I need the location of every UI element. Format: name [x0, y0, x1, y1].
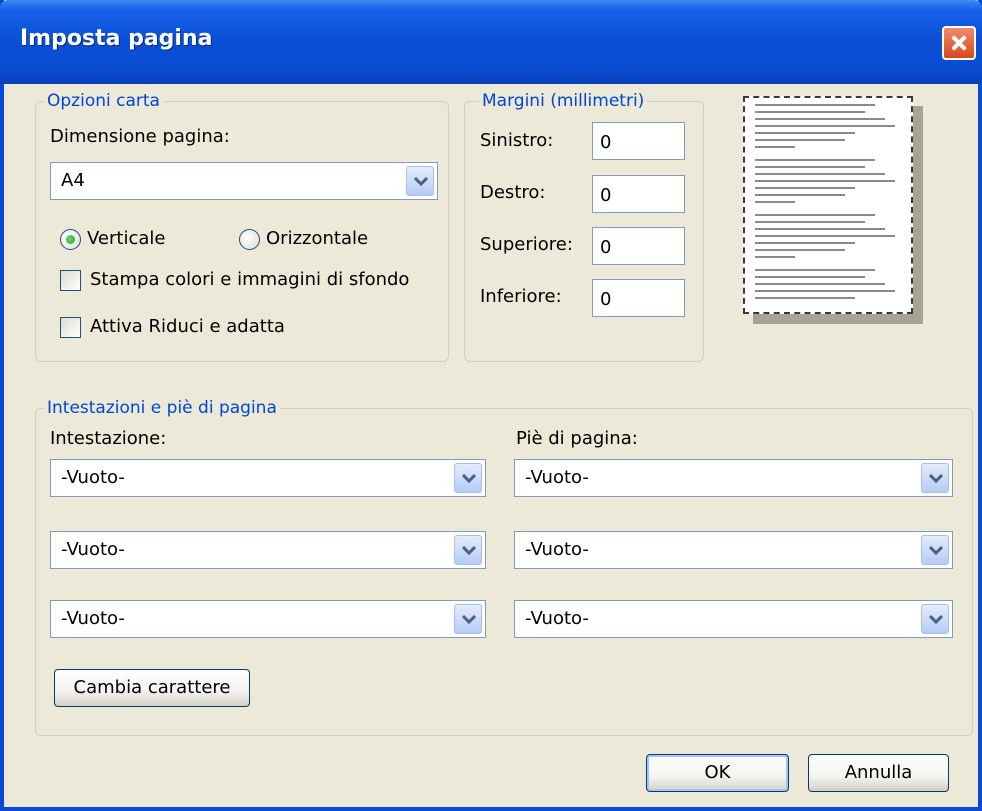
footer-select-3-value: -Vuoto-	[525, 608, 589, 629]
preview-text-line	[755, 235, 895, 237]
page-setup-dialog: Imposta pagina Opzioni carta Dimensione …	[0, 0, 982, 811]
header-select-3[interactable]: -Vuoto-	[50, 600, 486, 638]
margins-legend: Margini (millimetri)	[479, 91, 648, 111]
landscape-label[interactable]: Orizzontale	[266, 228, 368, 250]
footer-select-1-value: -Vuoto-	[525, 467, 589, 488]
header-select-2-value: -Vuoto-	[61, 539, 125, 560]
preview-text-line	[755, 146, 795, 148]
cancel-button[interactable]: Annulla	[808, 754, 949, 792]
header-label: Intestazione:	[50, 428, 167, 449]
preview-text-line	[755, 118, 885, 120]
print-background-label[interactable]: Stampa colori e immagini di sfondo	[90, 269, 409, 291]
preview-text-line	[755, 297, 855, 299]
preview-text-line	[755, 290, 895, 292]
close-icon[interactable]	[942, 26, 976, 60]
chevron-down-icon[interactable]	[921, 604, 949, 634]
margin-right-input[interactable]: 0	[592, 175, 685, 213]
chevron-down-icon[interactable]	[406, 166, 434, 196]
footer-select-2-value: -Vuoto-	[525, 539, 589, 560]
header-select-3-value: -Vuoto-	[61, 608, 125, 629]
preview-text-line	[755, 221, 865, 223]
preview-text-line	[755, 180, 895, 182]
preview-text-line	[755, 173, 885, 175]
margin-bottom-input[interactable]: 0	[592, 279, 685, 317]
preview-text-line	[755, 111, 865, 113]
margin-top-input[interactable]: 0	[592, 227, 685, 265]
margin-left-input[interactable]: 0	[592, 122, 685, 160]
paper-options-legend: Opzioni carta	[44, 91, 163, 111]
preview-text-line	[755, 256, 795, 258]
preview-text-line	[755, 269, 875, 271]
page-preview	[743, 96, 923, 324]
preview-text-line	[755, 283, 885, 285]
portrait-label[interactable]: Verticale	[87, 228, 165, 250]
footer-select-1[interactable]: -Vuoto-	[514, 459, 953, 497]
shrink-to-fit-checkbox[interactable]	[60, 317, 81, 338]
ok-button[interactable]: OK	[646, 754, 789, 792]
preview-text-line	[755, 166, 865, 168]
preview-text-line	[755, 228, 885, 230]
margin-left-label: Sinistro:	[480, 130, 554, 151]
change-font-button[interactable]: Cambia carattere	[54, 669, 250, 707]
chevron-down-icon[interactable]	[454, 535, 482, 565]
landscape-radio[interactable]	[239, 229, 260, 250]
preview-text-line	[755, 132, 855, 134]
title-bar[interactable]: Imposta pagina	[0, 0, 982, 84]
preview-text-line	[755, 276, 865, 278]
preview-text-line	[755, 139, 845, 141]
page-size-label: Dimensione pagina:	[50, 126, 230, 147]
page-size-select[interactable]: A4	[50, 162, 438, 200]
margin-right-label: Destro:	[480, 182, 546, 203]
page-size-value: A4	[61, 170, 85, 191]
print-background-checkbox[interactable]	[60, 270, 81, 291]
portrait-radio[interactable]	[60, 229, 81, 250]
header-select-2[interactable]: -Vuoto-	[50, 531, 486, 569]
preview-text-line	[755, 187, 855, 189]
header-select-1[interactable]: -Vuoto-	[50, 459, 486, 497]
margin-top-label: Superiore:	[480, 234, 573, 255]
preview-text-line	[755, 159, 875, 161]
preview-text-line	[755, 125, 895, 127]
chevron-down-icon[interactable]	[454, 604, 482, 634]
chevron-down-icon[interactable]	[921, 463, 949, 493]
preview-text-line	[755, 194, 845, 196]
header-select-1-value: -Vuoto-	[61, 467, 125, 488]
footer-select-2[interactable]: -Vuoto-	[514, 531, 953, 569]
footer-label: Piè di pagina:	[516, 428, 638, 449]
preview-text-line	[755, 104, 875, 106]
preview-text-line	[755, 242, 855, 244]
footer-select-3[interactable]: -Vuoto-	[514, 600, 953, 638]
margin-bottom-label: Inferiore:	[480, 286, 562, 307]
preview-text-line	[755, 214, 875, 216]
page-preview-sheet	[743, 96, 913, 314]
chevron-down-icon[interactable]	[454, 463, 482, 493]
preview-text-line	[755, 201, 795, 203]
chevron-down-icon[interactable]	[921, 535, 949, 565]
dialog-title: Imposta pagina	[20, 26, 213, 51]
headers-footers-legend: Intestazioni e piè di pagina	[44, 398, 280, 418]
preview-text-line	[755, 249, 845, 251]
shrink-to-fit-label[interactable]: Attiva Riduci e adatta	[90, 316, 285, 338]
